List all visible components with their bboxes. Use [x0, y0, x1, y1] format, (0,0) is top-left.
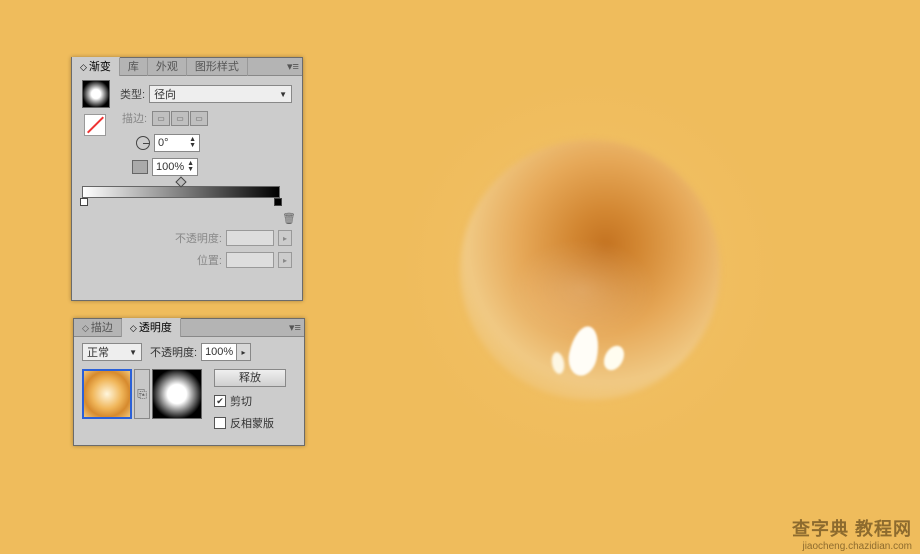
bowl-gradient	[460, 140, 720, 400]
opacity-label: 不透明度:	[150, 344, 197, 360]
tab-graphic-styles[interactable]: 图形样式	[187, 58, 248, 76]
mask-link-toggle[interactable]: ⎘	[134, 369, 150, 419]
artwork-thumbnail[interactable]	[82, 369, 132, 419]
clip-checkbox[interactable]: ✔	[214, 395, 226, 407]
stroke-along-button[interactable]: ▭	[171, 111, 189, 126]
specular-highlight-2	[600, 342, 628, 373]
tab-stroke[interactable]: 描边	[74, 319, 122, 337]
aspect-ratio-value: 100%	[156, 161, 184, 173]
stop-opacity-input[interactable]	[226, 230, 274, 246]
glow-radial	[380, 60, 800, 480]
midpoint-stop[interactable]	[175, 176, 186, 187]
opacity-input[interactable]: 100%	[201, 343, 237, 361]
stop-location-label: 位置:	[197, 252, 222, 268]
angle-icon	[136, 136, 150, 150]
opacity-value: 100%	[205, 346, 233, 358]
gradient-panel: 渐变 库 外观 图形样式 ▾≡ 类型: 径向 ▼ 描边: ▭ ▭ ▭	[71, 57, 303, 301]
invert-label: 反相蒙版	[230, 415, 274, 431]
release-mask-button[interactable]: 释放	[214, 369, 286, 387]
stop-location-input[interactable]	[226, 252, 274, 268]
gradient-slider[interactable]	[82, 186, 280, 198]
watermark-url: jiaocheng.chazidian.com	[792, 541, 912, 552]
invert-checkbox[interactable]	[214, 417, 226, 429]
dropdown-arrow-icon: ▼	[129, 348, 137, 357]
gradient-panel-tabs: 渐变 库 外观 图形样式 ▾≡	[72, 58, 302, 76]
stop-location-stepper[interactable]: ▸	[278, 252, 292, 268]
dropdown-arrow-icon: ▼	[279, 90, 287, 99]
panel-menu-icon[interactable]: ▾≡	[286, 321, 304, 334]
delete-stop-icon[interactable]	[282, 212, 294, 226]
clip-label: 剪切	[230, 393, 252, 409]
gradient-slider-area	[82, 186, 292, 222]
invert-checkbox-row[interactable]: 反相蒙版	[214, 415, 286, 431]
aspect-ratio-input[interactable]: 100% ▲▼	[152, 158, 198, 176]
angle-input[interactable]: 0° ▲▼	[154, 134, 200, 152]
tab-gradient[interactable]: 渐变	[72, 57, 120, 76]
aspect-ratio-icon	[132, 160, 148, 174]
canvas-artwork	[380, 60, 800, 480]
specular-highlight-1	[565, 324, 603, 379]
watermark-title: 查字典 教程网	[792, 515, 912, 541]
stroke-label: 描边:	[122, 110, 147, 126]
color-stop-black[interactable]	[274, 198, 282, 206]
color-stop-white[interactable]	[80, 198, 88, 206]
clip-checkbox-row[interactable]: ✔ 剪切	[214, 393, 286, 409]
type-label: 类型:	[120, 86, 145, 102]
stroke-swatch[interactable]	[84, 114, 106, 136]
specular-highlight-3	[550, 351, 566, 375]
blend-mode-select[interactable]: 正常 ▼	[82, 343, 142, 361]
mask-thumbnail[interactable]	[152, 369, 202, 419]
tab-library[interactable]: 库	[120, 58, 148, 76]
transparency-panel-tabs: 描边 透明度 ▾≡	[74, 319, 304, 337]
tab-appearance[interactable]: 外观	[148, 58, 187, 76]
opacity-stepper[interactable]: ▸	[237, 343, 251, 361]
angle-stepper-icon[interactable]: ▲▼	[189, 137, 196, 149]
tab-transparency[interactable]: 透明度	[122, 318, 181, 337]
transparency-panel: 描边 透明度 ▾≡ 正常 ▼ 不透明度: 100% ▸ ⎘ 释放 ✔ 剪切	[73, 318, 305, 446]
gradient-type-select[interactable]: 径向 ▼	[149, 85, 292, 103]
watermark: 查字典 教程网 jiaocheng.chazidian.com	[792, 515, 912, 552]
blend-mode-value: 正常	[87, 344, 109, 360]
stroke-across-button[interactable]: ▭	[190, 111, 208, 126]
angle-value: 0°	[158, 137, 169, 149]
gradient-fill-swatch[interactable]	[82, 80, 110, 108]
gradient-type-value: 径向	[154, 86, 176, 102]
aspect-stepper-icon[interactable]: ▲▼	[187, 161, 194, 173]
stroke-within-button[interactable]: ▭	[152, 111, 170, 126]
stop-opacity-label: 不透明度:	[175, 230, 222, 246]
bowl-inner-highlight	[498, 240, 668, 350]
stop-opacity-stepper[interactable]: ▸	[278, 230, 292, 246]
panel-menu-icon[interactable]: ▾≡	[284, 60, 302, 73]
